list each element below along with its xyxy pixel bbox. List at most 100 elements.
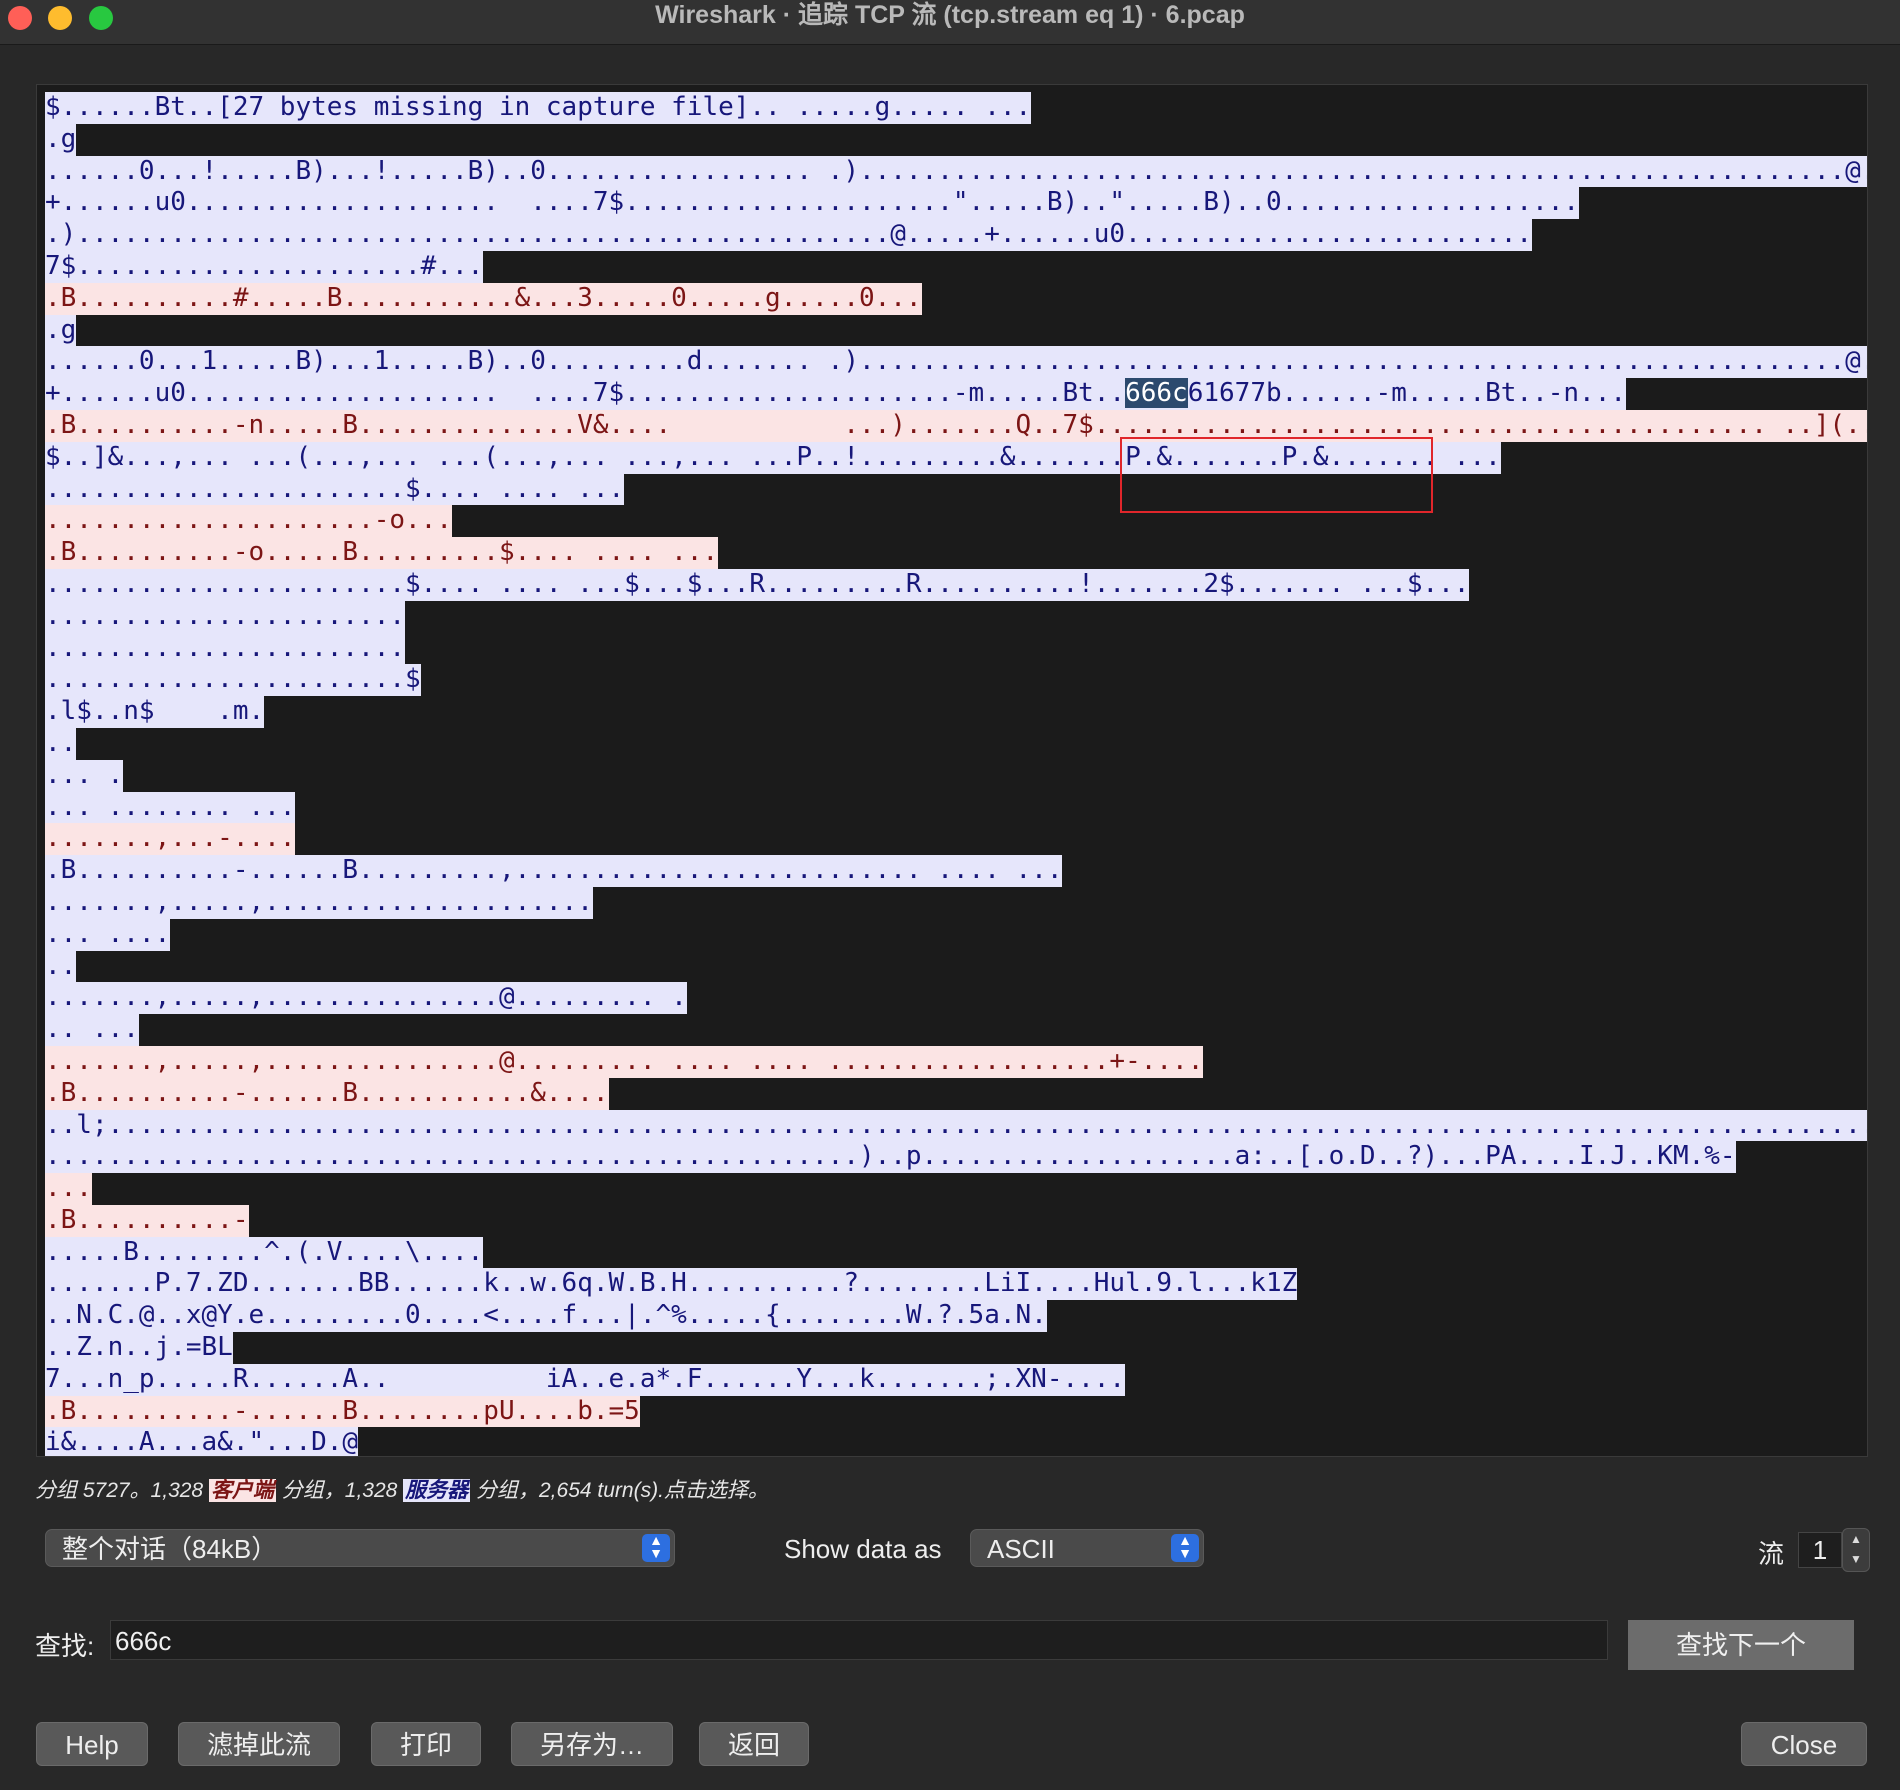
client-line: .B..........- [45,1204,249,1237]
server-line: .g [45,314,77,347]
line-text: ... . [45,759,124,790]
line-text: .......,.....,...............@......... … [45,982,687,1013]
server-line: .)......................................… [45,219,1533,251]
title-bar: Wireshark · 追踪 TCP 流 (tcp.stream eq 1) ·… [0,0,1900,45]
select-arrows-icon: ▲ ▼ [642,1533,670,1562]
line-text: ......0...!.....B)...!.....B)..0........… [45,155,1868,186]
server-line: .......P.7.ZD.......BB......k..w.6q.W.B.… [45,1268,1298,1301]
line-text: ....................... [45,600,406,631]
save-as-button[interactable]: 另存为… [511,1722,673,1766]
stream-stepper-icon[interactable]: ▲ ▼ [1842,1528,1870,1572]
line-text: .......................$.... .... ...$..… [45,568,1470,599]
line-text: .......P.7.ZD.......BB......k..w.6q.W.B.… [45,1268,1298,1299]
line-text: .B..........- [45,1204,249,1235]
line-text: .......,.....,..................... [45,886,593,917]
line-text: +......u0.................... ....7$....… [45,378,1126,409]
line-text: .......,...-.... [45,823,296,854]
server-line: .. ... [45,1014,139,1046]
line-text: 7$......................#... [45,250,484,281]
server-line: ......0...1.....B)...1.....B)..0........… [45,346,1868,379]
server-line: ......0...!.....B)...!.....B)..0........… [45,155,1868,188]
stream-number-field[interactable]: 1 [1798,1532,1842,1568]
line-text: .......................$.... .... ... [45,473,625,504]
line-text: ....................... [45,632,406,663]
server-line: .l$..n$ .m. [45,696,265,728]
client-line: .....................-o... [45,505,452,538]
line-text: .g [45,123,77,154]
summary-mid: 分组，1,328 [275,1479,404,1502]
server-line: ... . [45,759,124,792]
find-input[interactable]: 666c [110,1620,1608,1660]
server-line: ... .... [45,918,171,951]
server-line: i&....A...a&."...D.@ [45,1427,359,1457]
help-button[interactable]: Help [36,1722,148,1766]
line-text: .l$..n$ .m. [45,696,265,727]
server-line: .......................$.... .... ...$..… [45,568,1470,601]
line-text: ... [45,1173,92,1204]
line-text: ... .... [45,918,171,949]
server-line: .......,.....,...............@......... … [45,982,687,1015]
stream-content[interactable]: $......Bt..[27 bytes missing in capture … [36,84,1868,1457]
line-text: .B..........-......B...........&.... [45,1077,609,1108]
server-line: .......,.....,..................... [45,886,593,919]
stream-label: 流 [1758,1539,1785,1569]
line-text: +......u0.................... ....7$....… [45,187,1580,218]
conversation-select[interactable]: 整个对话（84kB） ▲ ▼ [45,1529,675,1567]
server-line: ... ........ ... [45,791,296,824]
server-line: .....B........^.(.V....\.... [45,1236,484,1269]
server-line: .......................$.... .... ... [45,473,625,506]
client-line: .......,...-.... [45,823,296,856]
line-text: ......0...1.....B)...1.....B)..0........… [45,346,1868,377]
line-text: .B..........-o.....B.........$.... .... … [45,537,719,568]
search-match-box [1120,437,1433,513]
client-line: .B..........#.....B...........&...3.....… [45,282,922,315]
search-highlight: 666c [1125,378,1188,409]
server-line: .. [45,727,77,760]
server-line: +......u0.................... ....7$....… [45,187,1580,220]
line-text: .. [45,950,77,981]
server-line: .g [45,123,77,156]
show-data-as-select[interactable]: ASCII ▲ ▼ [970,1529,1204,1567]
server-line: 7$......................#... [45,250,484,283]
line-text: 7...n_p.....R......A.. iA..e.a*.F......Y… [45,1363,1126,1394]
print-button[interactable]: 打印 [371,1722,481,1766]
server-line: .. [45,950,77,983]
server-line: 7...n_p.....R......A.. iA..e.a*.F......Y… [45,1363,1126,1396]
filter-out-stream-button[interactable]: 滤掉此流 [178,1722,340,1766]
find-next-button[interactable]: 查找下一个 [1628,1620,1854,1670]
line-text: $......Bt..[27 bytes missing in capture … [45,92,1032,122]
show-data-as-label: Show data as [784,1534,942,1564]
line-text: .....................-o... [45,505,452,536]
line-text: .B..........-n.....B..............V&....… [45,409,1868,440]
show-data-as-value: ASCII [987,1534,1055,1564]
line-text: ... ........ ... [45,791,296,822]
close-button[interactable]: Close [1741,1722,1867,1766]
server-line: +......u0.................... ....7$....… [45,378,1627,410]
window-title: Wireshark · 追踪 TCP 流 (tcp.stream eq 1) ·… [655,1,1245,29]
server-line: .B..........-......B.........,..........… [45,855,1063,887]
summary-prefix: 分组 5727。1,328 [35,1479,209,1502]
client-tag: 客户端 [208,1479,276,1502]
line-text: .B..........#.....B...........&...3.....… [45,282,922,313]
line-text: .. ... [45,1014,139,1045]
server-line: ........................................… [45,1141,1736,1174]
client-line: .B..........-......B...........&.... [45,1077,609,1110]
line-text: .. [45,727,77,758]
line-text: ..Z.n..j.=BL [45,1332,233,1363]
back-button[interactable]: 返回 [699,1722,809,1766]
server-line: $......Bt..[27 bytes missing in capture … [45,92,1032,124]
line-text: ........................................… [45,1141,1736,1172]
server-line: ....................... [45,600,406,633]
server-line: .......................$ [45,664,421,697]
server-line: ..l;....................................… [45,1109,1868,1142]
line-text: .B..........-......B.........,..........… [45,855,1063,886]
server-line: ..Z.n..j.=BL [45,1332,233,1364]
client-line: .B..........-......B........pU....b.=5 [45,1395,640,1428]
stream-lines: $......Bt..[27 bytes missing in capture … [45,92,1868,1457]
line-text: .B..........-......B........pU....b.=5 [45,1395,640,1426]
line-text: .....B........^.(.V....\.... [45,1236,484,1267]
line-text: .......................$ [45,664,421,695]
line-text: ..l;....................................… [45,1109,1868,1140]
line-text: i&....A...a&."...D.@ [45,1427,359,1457]
line-text: .)......................................… [45,219,1533,250]
